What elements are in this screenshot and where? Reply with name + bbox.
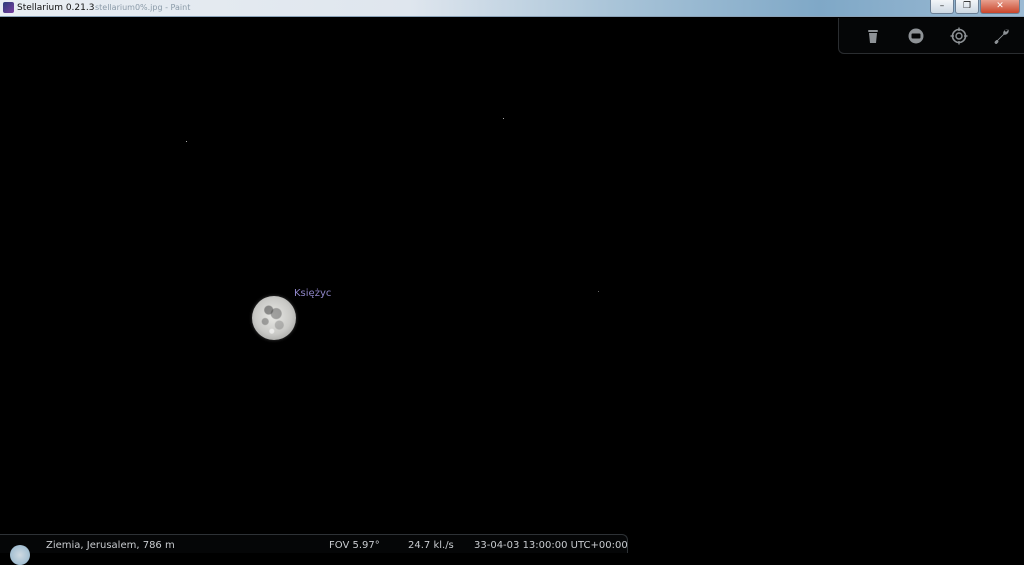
maximize-button[interactable]: ❐: [955, 0, 979, 14]
window-titlebar: Stellarium 0.21.3 stellarium0%.jpg - Pai…: [0, 0, 1024, 17]
window-title: Stellarium 0.21.3: [17, 3, 95, 13]
minimize-button[interactable]: –: [930, 0, 954, 14]
taskbar-orb-icon[interactable]: [10, 545, 30, 565]
location-text[interactable]: Ziemia, Jerusalem, 786 m: [46, 540, 175, 552]
sky-view[interactable]: [0, 17, 1024, 534]
background-window-title: stellarium0%.jpg - Paint: [95, 3, 191, 12]
close-button[interactable]: ✕: [980, 0, 1020, 14]
moon[interactable]: [252, 296, 296, 340]
moon-label: Księżyc: [294, 288, 332, 299]
star[interactable]: [598, 291, 599, 292]
status-bar: Ziemia, Jerusalem, 786 m FOV 5.97° 24.7 …: [0, 534, 628, 553]
fps-text: 24.7 kl./s: [408, 540, 454, 551]
star[interactable]: [503, 118, 504, 119]
window-controls: – ❐ ✕: [929, 0, 1020, 14]
star[interactable]: [186, 141, 187, 142]
stellarium-app-icon: [3, 2, 14, 13]
datetime-text[interactable]: 33-04-03 13:00:00 UTC+00:00: [474, 540, 628, 552]
fov-text: FOV 5.97°: [329, 540, 380, 551]
